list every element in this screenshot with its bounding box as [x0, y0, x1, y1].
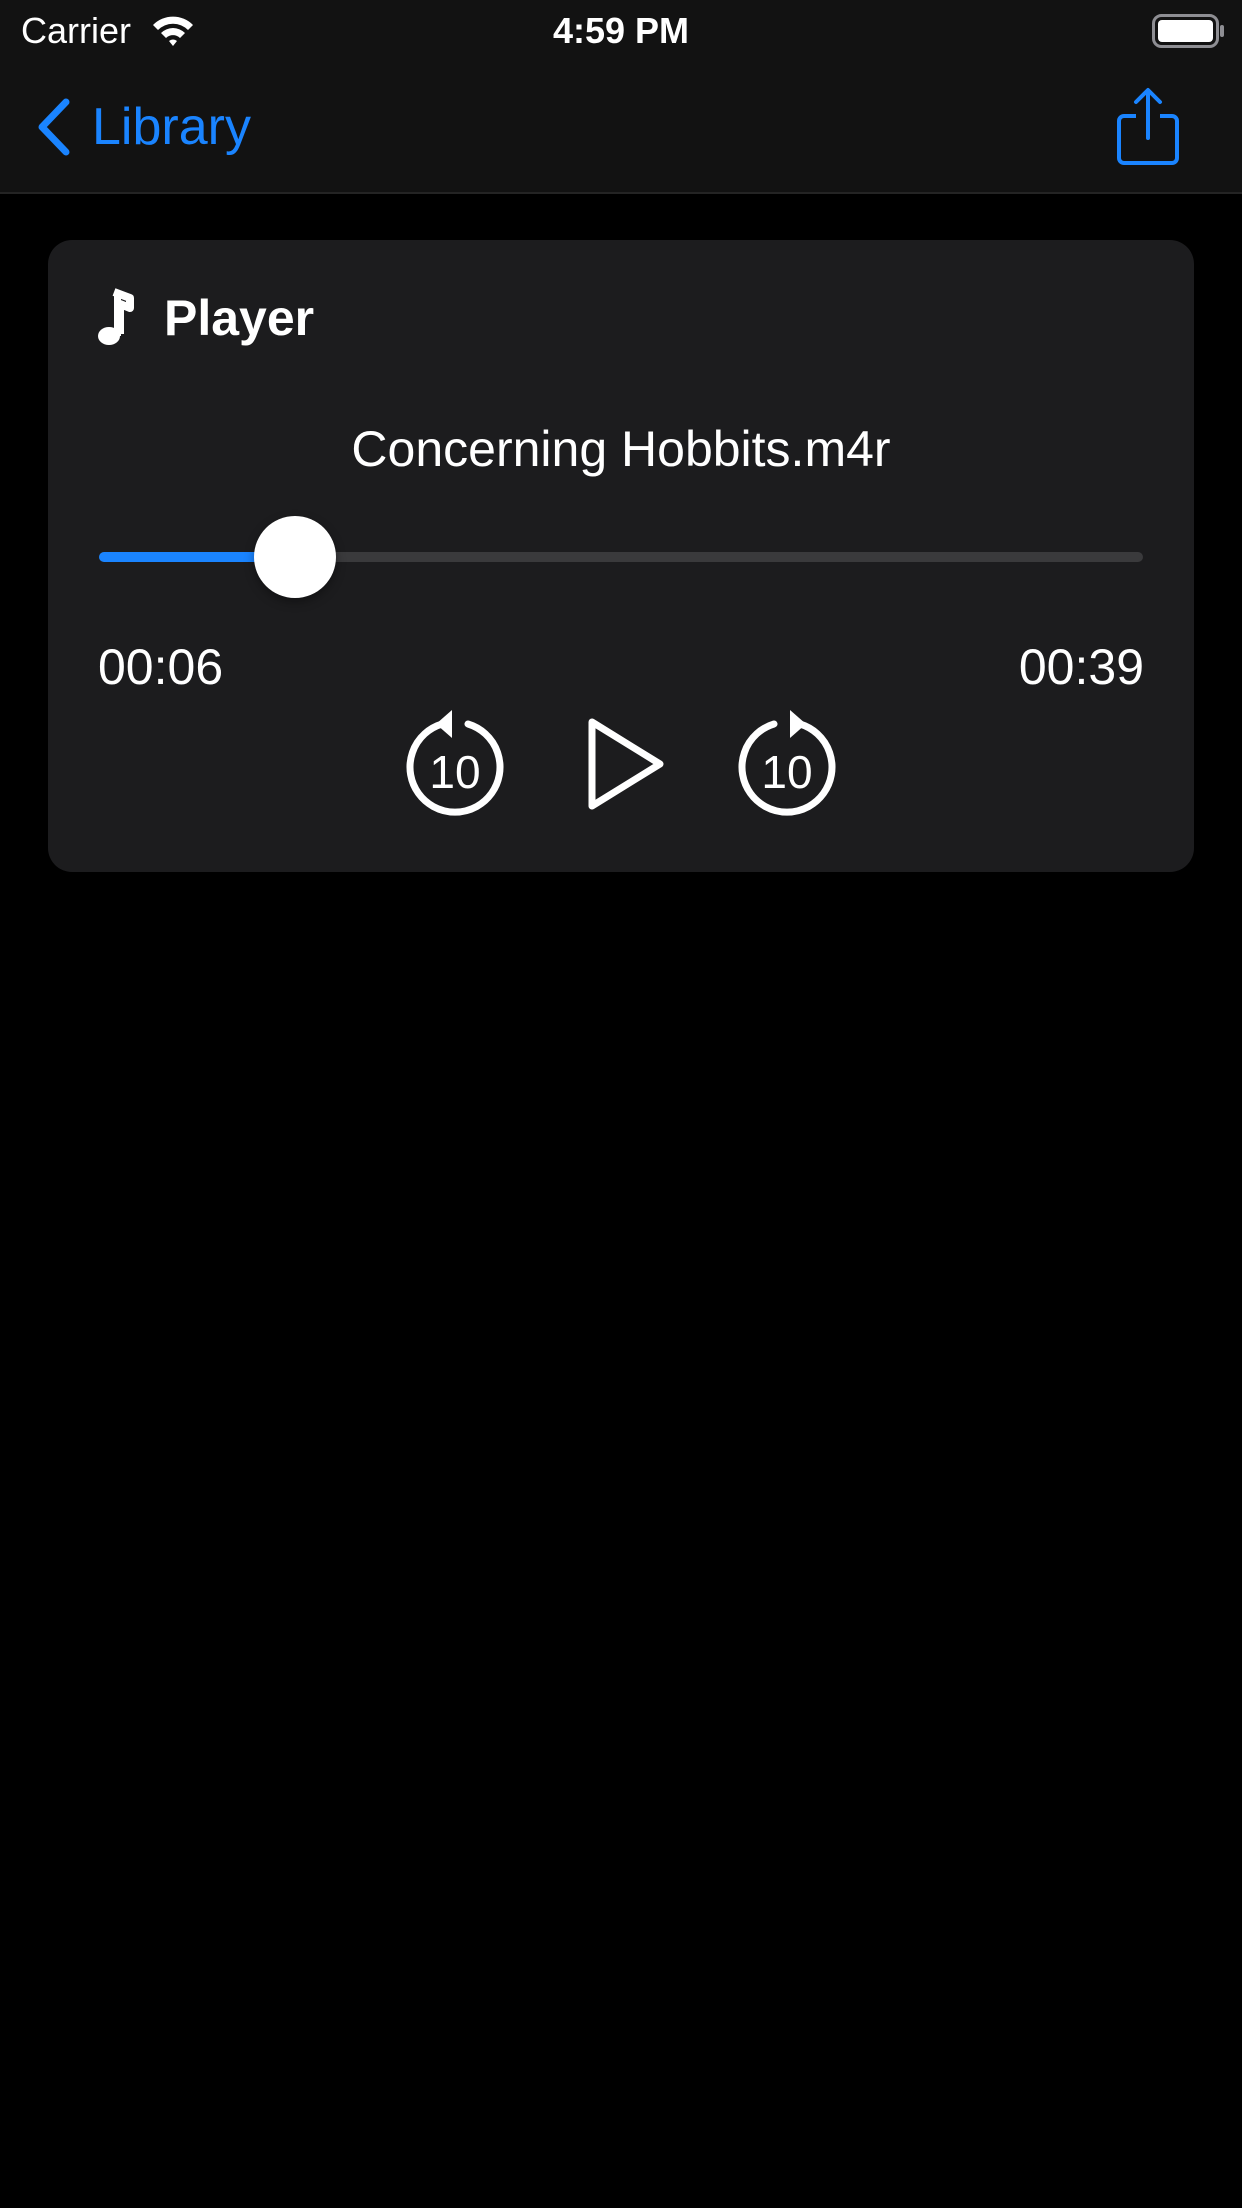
track-name: Concerning Hobbits.m4r	[351, 421, 891, 477]
skip-forward-label: 10	[761, 746, 812, 798]
total-duration: 00:39	[1018, 639, 1144, 695]
play-button[interactable]	[584, 716, 666, 812]
player-card: Player Concerning Hobbits.m4r 00:06 00:3…	[48, 240, 1194, 872]
slider-thumb[interactable]	[254, 516, 336, 598]
back-button[interactable]: Library	[34, 92, 251, 162]
navigation-bar: Library	[0, 62, 1242, 194]
skip-back-label: 10	[429, 746, 480, 798]
player-title: Player	[164, 290, 315, 346]
status-bar: Carrier 4:59 PM	[0, 0, 1242, 62]
elapsed-time: 00:06	[98, 639, 224, 695]
status-clock: 4:59 PM	[552, 10, 690, 51]
skip-back-10-icon[interactable]: 10	[402, 706, 508, 822]
progress-slider[interactable]	[99, 516, 1143, 598]
chevron-left-icon	[38, 98, 70, 156]
battery-icon	[1152, 14, 1224, 48]
back-button-label: Library	[92, 98, 251, 156]
skip-forward-10-icon[interactable]: 10	[734, 706, 840, 822]
player-header: Player	[96, 288, 314, 348]
share-icon[interactable]	[1116, 86, 1180, 166]
playback-controls: 10 10	[48, 702, 1194, 822]
music-note-icon	[98, 288, 134, 345]
